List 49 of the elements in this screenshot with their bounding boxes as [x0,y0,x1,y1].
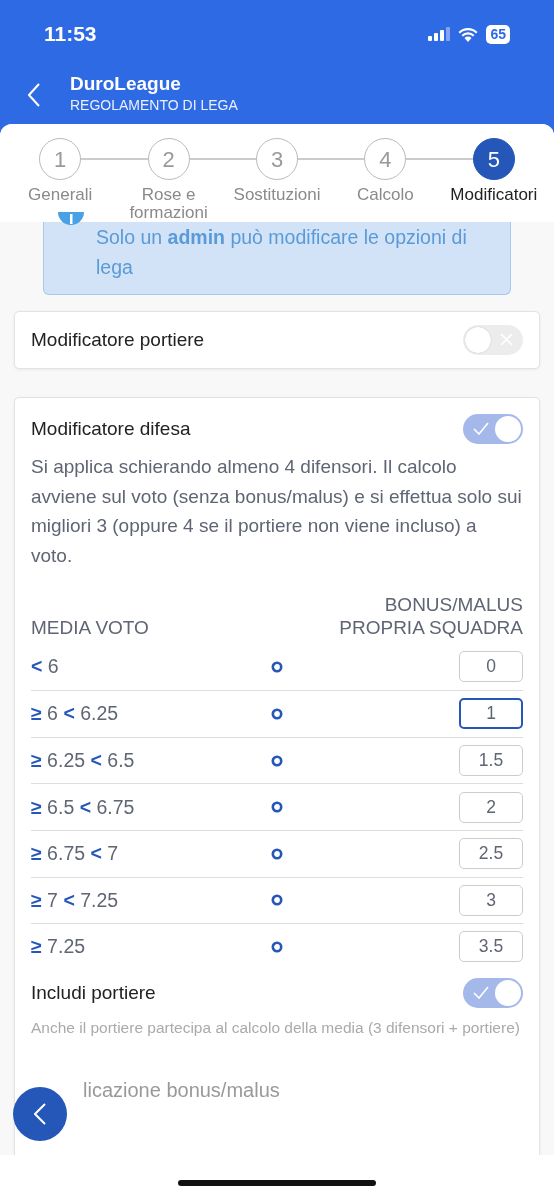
wifi-icon [458,26,479,42]
step-label[interactable]: Sostituzioni [233,186,321,204]
setting-hint: Anche il portiere partecipa al calcolo della media (3 difensori + portiere) [31,1017,521,1038]
bonus-input[interactable]: 3.5 [459,931,523,963]
step-label[interactable]: Rose e formazioni [114,186,223,222]
bonus-input[interactable]: 2 [459,791,523,823]
league-title: DuroLeague [70,74,182,95]
toggle-switch[interactable] [463,325,523,355]
step-label[interactable]: Generali [28,186,93,204]
range-label: ≥ 7.25 [31,934,87,960]
signal-icon [428,27,451,41]
bonus-input[interactable]: 0 [459,651,523,683]
status-time: 11:53 [44,21,97,48]
range-label: ≥ 6.75 < 7 [31,841,120,867]
back-icon[interactable] [28,82,40,107]
ring-icon [271,660,283,673]
setting-title: Includi portiere [31,980,156,1005]
page-subtitle: REGOLAMENTO DI LEGA [70,95,238,115]
ring-icon [271,847,283,860]
range-label: ≥ 6 < 6.25 [31,701,120,727]
range-label: ≥ 6.5 < 6.75 [31,794,136,820]
ring-icon [271,801,283,814]
check-icon [473,422,489,435]
ring-icon [271,894,283,907]
range-label: ≥ 6.25 < 6.5 [31,747,136,773]
ring-icon [271,940,283,953]
toggle-switch[interactable] [463,414,523,444]
notice-text: Solo un admin può modificare le opzioni di lega [96,226,467,278]
bonus-input[interactable]: 2.5 [459,838,523,870]
setting-description: Si applica schierando almeno 4 difensori. Il calcolo avviene sul voto (senza bonus/malus) e si effettua solo sui migliori 3 (oppure 4 se il portiere non viene incluso) a voto. [31,455,523,568]
step-number[interactable]: 5 [472,138,515,180]
range-label: < 6 [31,654,60,680]
ring-icon [271,754,283,767]
battery-level: 65 [486,24,510,44]
step-label[interactable]: Modificatori [450,186,538,204]
bonus-input[interactable]: 3 [459,884,523,916]
back-icon [34,1103,46,1125]
bonus-input[interactable]: 1.5 [459,745,523,777]
column-header: MEDIA VOTO [31,616,149,640]
setting-title: Modificatore difesa [31,416,191,441]
column-header: BONUS/MALUS PROPRIA SQUADRA [338,594,523,640]
toggle-switch[interactable] [463,977,523,1008]
range-label: ≥ 7 < 7.25 [31,887,120,913]
bonus-input[interactable]: 1 [459,698,523,730]
section-title: licazione bonus/malus [82,1077,281,1103]
setting-title: Modificatore portiere [31,327,205,352]
ring-icon [271,708,283,720]
check-icon [473,985,489,999]
step-label[interactable]: Calcolo [357,186,414,204]
